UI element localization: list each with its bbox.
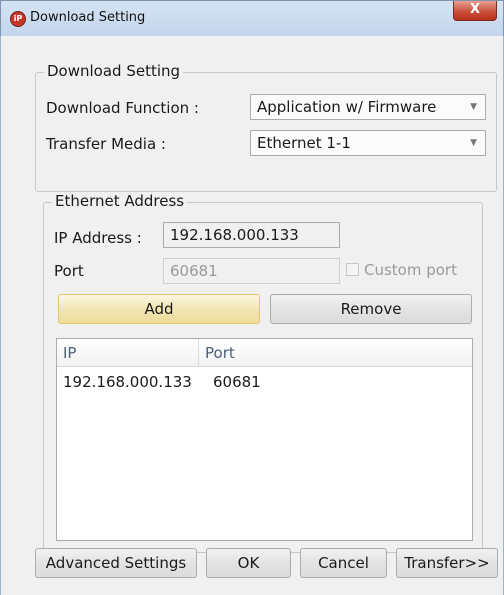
custom-port-checkbox[interactable]: Custom port <box>346 261 457 279</box>
add-button[interactable]: Add <box>58 294 260 324</box>
chevron-down-icon: ▼ <box>470 102 477 112</box>
row-port-cell: 60681 <box>213 373 261 391</box>
ok-button[interactable]: OK <box>206 548 291 578</box>
column-header-port[interactable]: Port <box>199 339 474 367</box>
ethernet-address-group: Ethernet Address IP Address : 192.168.00… <box>43 192 483 553</box>
close-button[interactable]: X <box>453 1 497 21</box>
title-bar: iP Download Setting X <box>0 0 504 36</box>
download-function-value: Application w/ Firmware <box>257 98 437 116</box>
ip-address-label: IP Address : <box>54 229 142 247</box>
download-function-select[interactable]: Application w/ Firmware ▼ <box>250 94 486 120</box>
window-title: Download Setting <box>30 10 146 25</box>
download-setting-legend: Download Setting <box>44 62 184 80</box>
transfer-media-value: Ethernet 1-1 <box>257 134 351 152</box>
remove-button[interactable]: Remove <box>270 294 472 324</box>
port-label: Port <box>54 262 84 280</box>
ip-list[interactable]: IP Port 192.168.000.133 60681 <box>56 338 473 541</box>
row-ip-cell: 192.168.000.133 <box>63 373 192 391</box>
chevron-down-icon: ▼ <box>470 138 477 148</box>
port-input[interactable]: 60681 <box>163 258 340 284</box>
download-setting-group: Download Setting Download Function : App… <box>35 62 497 192</box>
transfer-media-label: Transfer Media : <box>46 135 166 153</box>
transfer-button[interactable]: Transfer>> <box>396 548 498 578</box>
list-header: IP Port <box>57 339 472 367</box>
download-function-label: Download Function : <box>46 99 199 117</box>
cancel-button[interactable]: Cancel <box>300 548 387 578</box>
ethernet-address-legend: Ethernet Address <box>52 192 188 210</box>
advanced-settings-button[interactable]: Advanced Settings <box>35 548 197 578</box>
custom-port-label: Custom port <box>364 261 457 279</box>
column-header-ip[interactable]: IP <box>57 339 199 367</box>
transfer-media-select[interactable]: Ethernet 1-1 ▼ <box>250 130 486 156</box>
table-row[interactable]: 192.168.000.133 60681 <box>57 372 472 392</box>
dialog-body: Download Setting Download Function : App… <box>0 36 504 595</box>
checkbox-icon <box>346 263 359 276</box>
app-logo-icon: iP <box>10 11 26 27</box>
ip-address-input[interactable]: 192.168.000.133 <box>163 222 340 248</box>
